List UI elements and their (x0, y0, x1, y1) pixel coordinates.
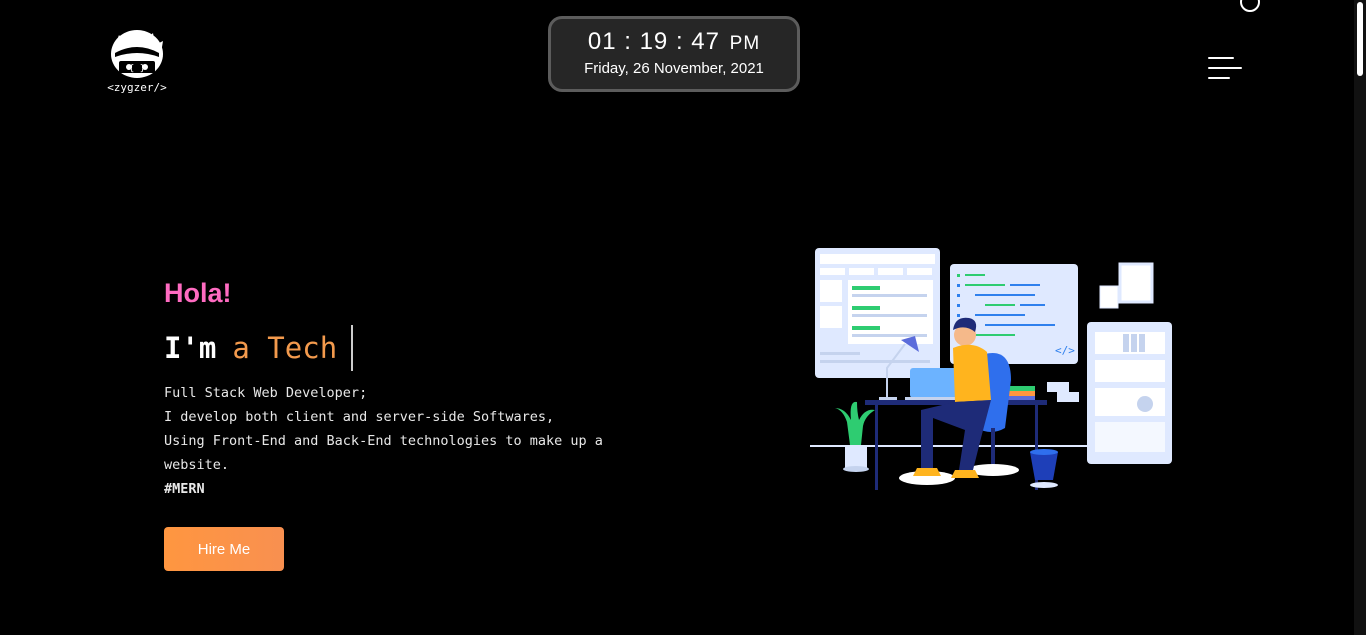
svg-text:{ }: { } (129, 64, 145, 74)
description-line: Full Stack Web Developer; (164, 385, 368, 401)
hamburger-menu-icon (1208, 57, 1234, 59)
clock-hours: 01 (587, 28, 617, 55)
clock-separator: : (675, 28, 684, 55)
typing-caret (351, 325, 354, 371)
logo-label: <zygzer/> (107, 81, 167, 94)
hero-description: Full Stack Web Developer; I develop both… (164, 381, 664, 501)
description-line: I develop both client and server-side So… (164, 409, 555, 425)
clock-ampm: PM (729, 33, 761, 54)
page-scrollbar[interactable] (1354, 0, 1366, 635)
hero-headline: I'm a Tech (164, 325, 354, 371)
developer-illustration: </> (810, 248, 1172, 490)
site-logo[interactable]: { } <zygzer/> (103, 27, 171, 99)
hamburger-menu-icon (1208, 77, 1230, 79)
hashtag: #MERN (164, 481, 205, 497)
clock-time: 01 : 19 : 47 PM (551, 28, 797, 56)
clock-date: Friday, 26 November, 2021 (584, 60, 764, 77)
scrollbar-thumb[interactable] (1357, 2, 1363, 76)
description-line: Using Front-End and Back-End technologie… (164, 433, 603, 473)
clock-minutes: 19 (639, 28, 669, 55)
clock-seconds: 47 (691, 28, 720, 55)
hero-greeting: Hola! (164, 278, 232, 308)
headline-im: I'm (164, 331, 217, 365)
hire-me-button[interactable]: Hire Me (164, 527, 284, 571)
headline-typed-text: a Tech (232, 331, 338, 365)
hamburger-menu-icon (1208, 67, 1242, 69)
cursor-ring-icon (1240, 0, 1260, 12)
digital-clock: 01 : 19 : 47 PM Friday, 26 November, 202… (548, 16, 800, 92)
menu-button[interactable] (1208, 57, 1242, 83)
clock-separator: : (624, 28, 632, 55)
svg-text:</>: </> (1055, 344, 1075, 357)
avatar-logo-icon: { } (111, 30, 163, 78)
